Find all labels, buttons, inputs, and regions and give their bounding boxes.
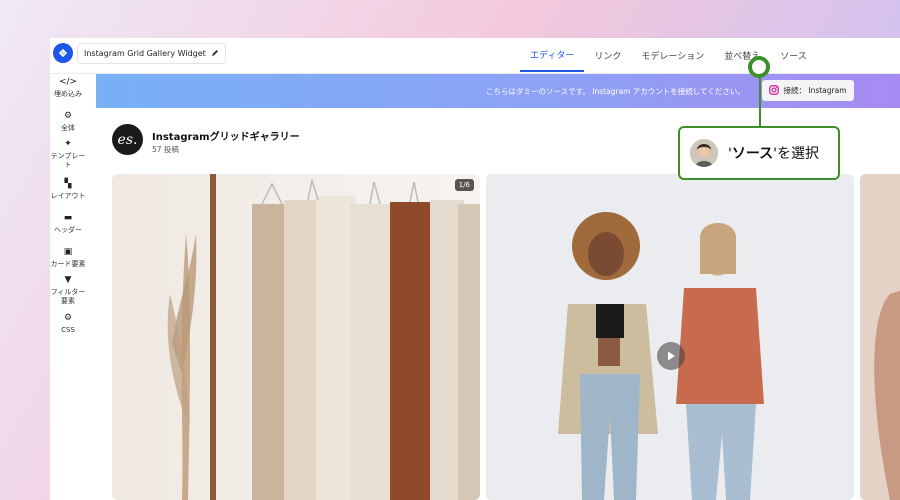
gear-icon: ⚙ [63,313,73,323]
editor-window: Instagram Grid Gallery Widget エディター リンク … [50,38,900,500]
sidebar-item-label: ヘッダー [54,226,82,234]
sidebar-item-layout[interactable]: ▚ レイアウト [50,180,86,201]
sidebar-item-general[interactable]: ⚙ 全体 [50,112,86,133]
callout-connector [759,72,761,128]
sidebar-item-template[interactable]: ✦ テンプレート [50,140,86,170]
sidebar-item-label: フィルター要素 [50,288,86,305]
top-bar: Instagram Grid Gallery Widget エディター リンク … [50,38,900,74]
sidebar-item-label: CSS [61,326,75,334]
gallery-card-video[interactable] [486,174,854,500]
sidebar-item-filter-elements[interactable]: ▼ フィルター要素 [50,276,86,306]
guide-avatar [690,139,718,167]
video-play-icon[interactable] [657,342,685,370]
partial-photo [860,174,900,500]
post-count: 57 投稿 [152,145,179,154]
connect-instagram-label: 接続： Instagram [783,86,847,95]
tab-editor[interactable]: エディター [520,38,585,72]
sparkle-icon: ✦ [64,139,72,149]
sidebar-item-header[interactable]: ▬ ヘッダー [50,214,86,235]
tab-link[interactable]: リンク [584,38,631,72]
gallery-card-partial[interactable] [860,174,900,500]
carousel-counter: 1/6 [454,179,474,191]
clothes-rack-photo [112,174,480,500]
sidebar-item-label: 全体 [61,124,75,132]
layout-icon: ▚ [64,179,72,189]
header-icon: ▬ [63,213,73,223]
profile-name[interactable]: Instagramグリッドギャラリー [152,128,300,143]
sidebar-item-label: 埋め込み [54,90,82,98]
sidebar-item-label: レイアウト [50,192,86,200]
banner-message: こちらはダミーのソースです。 Instagram アカウントを接続してください。 [486,87,745,96]
callout-bold-word: ソース [731,146,774,162]
dummy-source-banner: こちらはダミーのソースです。 Instagram アカウントを接続してください。… [96,74,900,108]
connect-instagram-button[interactable]: 接続： Instagram [762,80,854,101]
editor-tabs: エディター リンク モデレーション 並べ替え ソース [520,38,817,73]
editor-sidebar: </> 埋め込み ⚙ 全体 ✦ テンプレート ▚ レイアウト ▬ ヘッダー ▣ … [50,74,86,500]
code-icon: </> [58,77,78,87]
image-icon: ▣ [63,247,73,257]
two-women-photo [486,174,854,500]
callout-pin-icon [748,56,770,78]
widget-name-field[interactable]: Instagram Grid Gallery Widget [77,43,226,64]
app-logo-icon[interactable] [53,43,73,63]
sidebar-item-card-elements[interactable]: ▣ カード要素 [50,248,86,269]
callout-suffix: 'を選択 [773,146,820,162]
gallery-card-clothes[interactable]: 1/6 [112,174,480,500]
sidebar-item-label: テンプレート [50,152,86,169]
tab-moderation[interactable]: モデレーション [631,38,714,72]
gear-icon: ⚙ [63,111,73,121]
pencil-icon[interactable] [211,49,219,59]
instagram-icon [769,84,780,97]
sidebar-item-css[interactable]: ⚙ CSS [50,314,86,335]
profile-avatar[interactable]: es. [112,124,143,155]
callout-text: 'ソース'を選択 [728,143,819,163]
sidebar-item-label: カード要素 [50,260,86,268]
sidebar-item-embed[interactable]: </> 埋め込み [50,78,86,99]
instruction-callout: 'ソース'を選択 [678,126,840,180]
tab-source[interactable]: ソース [770,38,817,72]
widget-name-text: Instagram Grid Gallery Widget [84,49,206,58]
filter-icon: ▼ [64,275,72,285]
